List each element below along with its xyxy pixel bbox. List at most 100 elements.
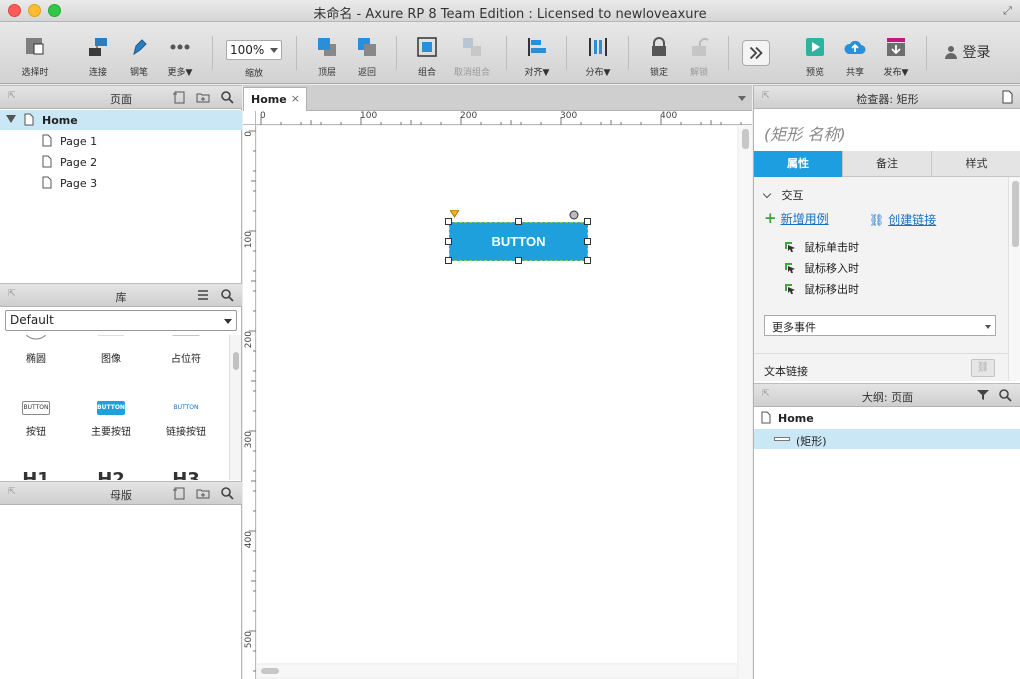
search-icon[interactable]: [220, 486, 234, 500]
share-button[interactable]: 共享: [840, 36, 870, 78]
tabs-dropdown-icon[interactable]: [738, 96, 746, 101]
select-tool-button[interactable]: 选择时: [10, 36, 60, 78]
more-events-select[interactable]: 更多事件: [764, 315, 996, 336]
rotate-handle-icon[interactable]: [569, 210, 579, 220]
canvas-horizontal-scrollbar[interactable]: [257, 665, 737, 677]
add-folder-icon[interactable]: [196, 90, 210, 104]
resize-handle-top-left[interactable]: [445, 218, 452, 225]
resize-handle-left[interactable]: [445, 238, 452, 245]
toolbar-separator: [506, 36, 507, 70]
library-item-ellipse[interactable]: 椭圆: [1, 335, 71, 365]
page-icon: [42, 176, 52, 189]
inspector-tabs: 属性 备注 样式: [754, 151, 1020, 177]
text-link-button[interactable]: ⛓: [971, 359, 995, 377]
search-icon[interactable]: [220, 90, 234, 104]
scroll-thumb[interactable]: [1012, 181, 1019, 247]
shape-name-field[interactable]: (矩形 名称): [764, 121, 846, 145]
tab-style[interactable]: 样式: [932, 151, 1020, 177]
double-chevron-right-icon: [749, 46, 763, 60]
page-tree-item-page2[interactable]: Page 2: [0, 152, 242, 172]
page-tree-item-page3[interactable]: Page 3: [0, 173, 242, 193]
resize-handle-right[interactable]: [584, 238, 591, 245]
add-page-icon[interactable]: [172, 90, 186, 104]
interactions-section-header[interactable]: 交互: [762, 187, 804, 203]
create-link-link[interactable]: ⛓ 创建链接: [869, 211, 936, 228]
library-item-link-button[interactable]: BUTTON 链接按钮: [151, 401, 221, 438]
filter-icon[interactable]: [976, 388, 990, 402]
library-item-image[interactable]: 图像: [76, 335, 146, 365]
library-item-h2[interactable]: H2: [76, 469, 146, 480]
canvas-button-widget[interactable]: BUTTON: [449, 222, 588, 261]
publish-button[interactable]: 发布▼: [880, 36, 912, 78]
event-onmouseenter[interactable]: 鼠标移入时: [784, 260, 859, 276]
library-item-h1[interactable]: H1: [1, 469, 71, 480]
toolbar-overflow-button[interactable]: [742, 40, 770, 66]
corner-radius-handle-icon[interactable]: [450, 210, 459, 218]
rectangle-icon: [774, 437, 790, 441]
menu-icon[interactable]: [196, 288, 210, 302]
horizontal-ruler: 0 100 200 300 400: [256, 111, 752, 125]
toolbar-separator: [628, 36, 629, 70]
resize-handle-top[interactable]: [515, 218, 522, 225]
resize-handle-bottom-right[interactable]: [584, 257, 591, 264]
ungroup-button[interactable]: 取消组合: [450, 36, 494, 78]
more-tools-button[interactable]: 更多▼: [162, 36, 198, 78]
scroll-thumb[interactable]: [261, 668, 279, 674]
add-folder-icon[interactable]: [196, 486, 210, 500]
event-onmouseleave[interactable]: 鼠标移出时: [784, 281, 859, 297]
scroll-thumb[interactable]: [233, 352, 239, 370]
pen-tool-button[interactable]: 钢笔: [122, 36, 156, 78]
fullscreen-icon[interactable]: ⤢: [1001, 4, 1014, 17]
outline-item-home[interactable]: Home: [754, 408, 1020, 428]
event-onclick[interactable]: 鼠标单击时: [784, 239, 859, 255]
bring-to-top-button[interactable]: 顶层: [312, 36, 342, 78]
group-button[interactable]: 组合: [412, 36, 442, 78]
tab-notes[interactable]: 备注: [843, 151, 932, 177]
connect-tool-button[interactable]: 连接: [80, 36, 116, 78]
tab-home[interactable]: Home ×: [243, 87, 307, 111]
placeholder-icon: [172, 335, 200, 336]
masters-panel-header: ⇱ 母版: [0, 481, 242, 505]
inspector-scrollbar[interactable]: [1008, 177, 1020, 381]
close-tab-icon[interactable]: ×: [291, 92, 300, 105]
distribute-button[interactable]: 分布▼: [580, 36, 616, 78]
zoom-select[interactable]: 100%: [226, 40, 282, 60]
page-properties-icon[interactable]: [1000, 90, 1014, 104]
page-tree-item-page1[interactable]: Page 1: [0, 131, 242, 151]
resize-handle-bottom[interactable]: [515, 257, 522, 264]
page-tree-item-home[interactable]: Home: [0, 110, 242, 130]
search-icon[interactable]: [998, 388, 1012, 402]
resize-handle-bottom-left[interactable]: [445, 257, 452, 264]
cloud-upload-icon: [844, 40, 866, 54]
design-canvas[interactable]: [257, 126, 737, 663]
login-button[interactable]: 登录: [944, 42, 990, 62]
align-button[interactable]: 对齐▼: [520, 36, 554, 78]
library-item-placeholder[interactable]: 占位符: [151, 335, 221, 365]
send-back-icon: [358, 38, 376, 56]
tab-properties[interactable]: 属性: [754, 151, 843, 177]
align-icon: [528, 38, 546, 56]
toolbar-separator: [728, 36, 729, 70]
send-back-button[interactable]: 返回: [352, 36, 382, 78]
library-scrollbar[interactable]: [229, 335, 241, 480]
add-case-link[interactable]: + 新增用例: [764, 209, 829, 227]
lock-button[interactable]: 锁定: [644, 36, 674, 78]
triangle-down-icon[interactable]: [6, 115, 16, 123]
library-item-h3[interactable]: H3: [151, 469, 221, 480]
preview-button[interactable]: 预览: [800, 36, 830, 78]
distribute-icon: [589, 38, 607, 56]
library-select[interactable]: Default: [5, 310, 237, 331]
chevron-down-icon: [270, 48, 278, 53]
canvas-vertical-scrollbar[interactable]: [739, 125, 752, 679]
play-icon: [806, 38, 824, 56]
library-item-primary-button[interactable]: BUTTON 主要按钮: [76, 401, 146, 438]
inspector-title: 检查器: 矩形: [856, 93, 919, 106]
add-master-icon[interactable]: [172, 486, 186, 500]
scroll-thumb[interactable]: [742, 129, 749, 149]
unlock-button[interactable]: 解锁: [684, 36, 714, 78]
canvas-tabbar: Home ×: [243, 85, 752, 111]
resize-handle-top-right[interactable]: [584, 218, 591, 225]
library-item-button[interactable]: BUTTON 按钮: [1, 401, 71, 438]
search-icon[interactable]: [220, 288, 234, 302]
outline-item-rectangle[interactable]: (矩形): [754, 429, 1020, 449]
